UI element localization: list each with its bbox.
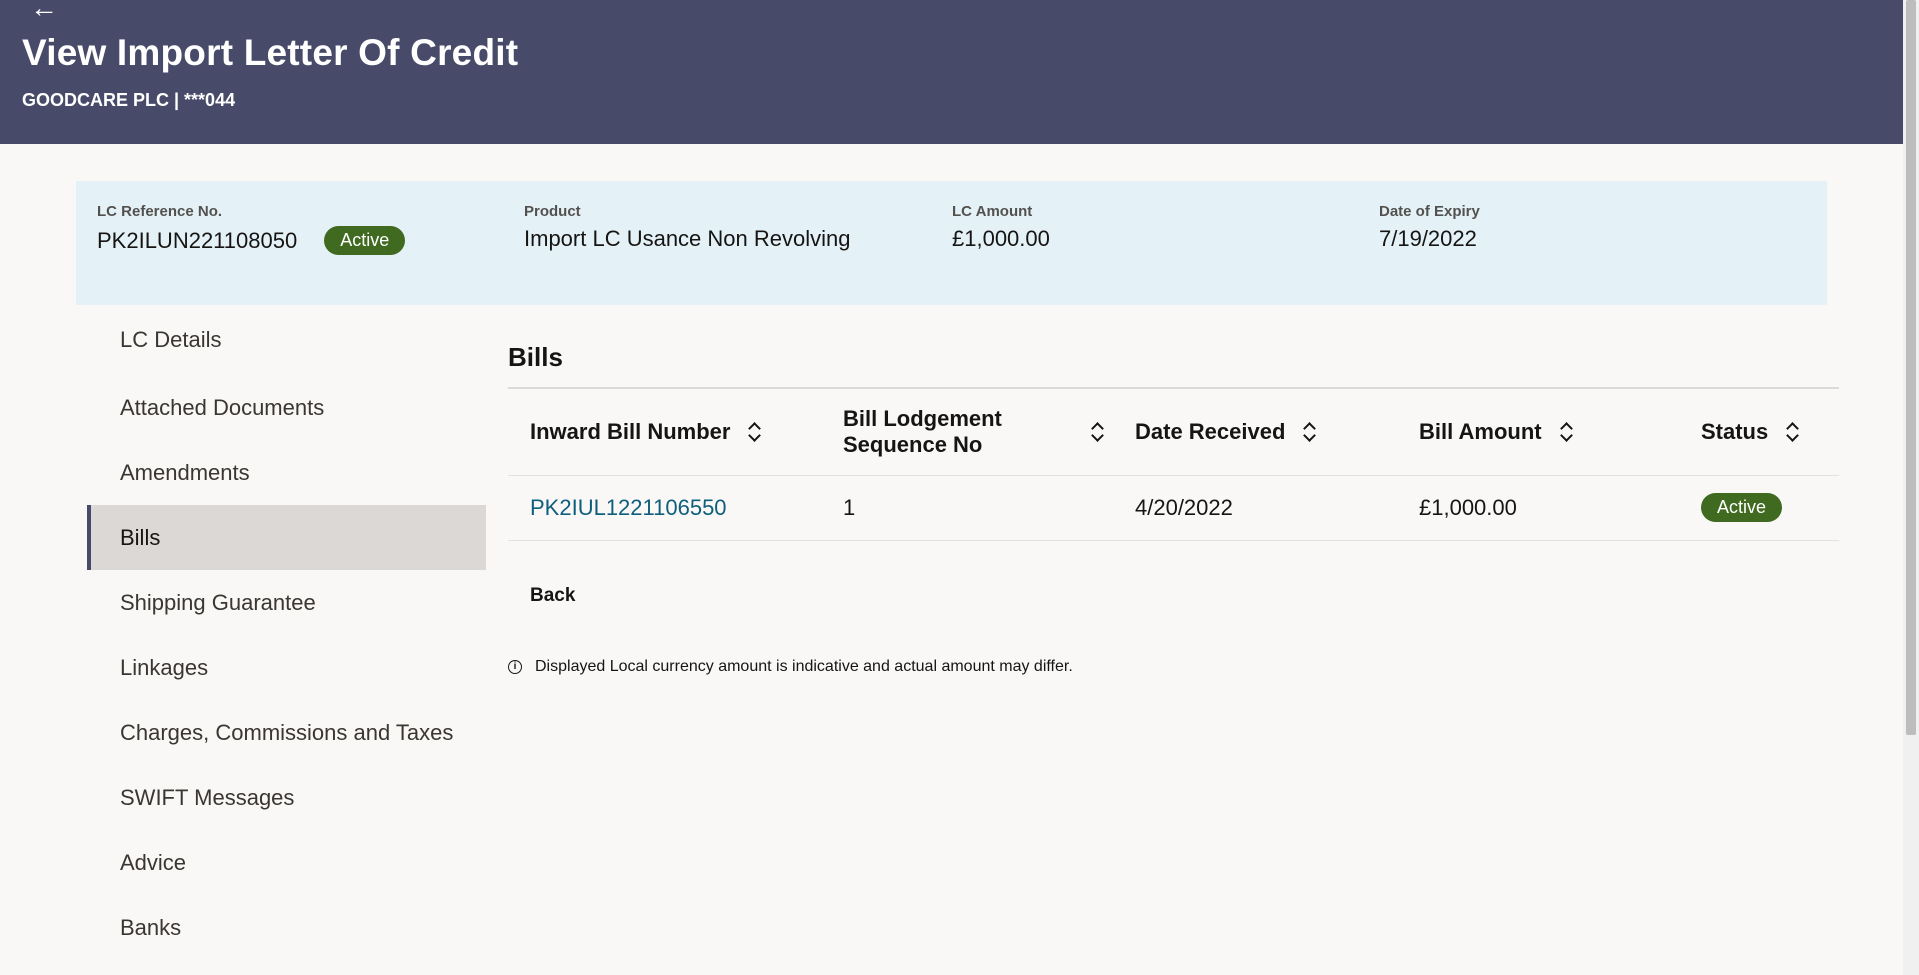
column-label: Date Received — [1135, 418, 1286, 444]
summary-product: Product Import LC Usance Non Revolving — [524, 203, 850, 252]
reference-value-row: PK2ILUN221108050 Active — [97, 226, 406, 255]
sidebar-item-advice[interactable]: Advice — [87, 830, 486, 895]
sidebar-item-charges[interactable]: Charges, Commissions and Taxes — [87, 700, 486, 765]
section-title: Bills — [508, 335, 1839, 389]
scrollbar-thumb[interactable] — [1906, 0, 1916, 735]
column-label: Inward Bill Number — [530, 418, 731, 444]
table-row: PK2IUL1221106550 1 4/20/2022 £1,000.00 A… — [508, 475, 1839, 541]
bills-table: Inward Bill Number Bill Lodgement Sequen… — [508, 389, 1839, 541]
bills-section: Bills Inward Bill Number Bill Lodgement … — [508, 335, 1839, 675]
column-bill-lodgement-sequence[interactable]: Bill Lodgement Sequence No — [821, 389, 1113, 476]
sidebar-item-lc-details[interactable]: LC Details — [87, 305, 486, 375]
reference-value: PK2ILUN221108050 — [97, 227, 298, 253]
note-text: Displayed Local currency amount is indic… — [535, 658, 1073, 675]
currency-note: i Displayed Local currency amount is ind… — [508, 658, 1073, 676]
sort-icon[interactable] — [1303, 421, 1317, 443]
summary-expiry: Date of Expiry 7/19/2022 — [1379, 203, 1480, 252]
column-label: Status — [1701, 418, 1769, 444]
column-label: Bill Lodgement Sequence No — [843, 405, 1002, 457]
expiry-value: 7/19/2022 — [1379, 226, 1477, 251]
cell-date-received: 4/20/2022 — [1113, 475, 1397, 541]
sidebar-item-amendments[interactable]: Amendments — [87, 440, 486, 505]
table-header-row: Inward Bill Number Bill Lodgement Sequen… — [508, 389, 1839, 476]
sidebar-nav: LC Details Attached Documents Amendments… — [87, 305, 486, 960]
bill-number-link[interactable]: PK2IUL1221106550 — [530, 495, 727, 520]
sort-icon[interactable] — [1560, 421, 1574, 443]
status-badge: Active — [324, 226, 406, 255]
expiry-label: Date of Expiry — [1379, 203, 1480, 220]
page-subtitle: GOODCARE PLC | ***044 — [22, 90, 236, 110]
product-value: Import LC Usance Non Revolving — [524, 226, 851, 251]
arrow-left-icon[interactable]: ← — [30, 0, 58, 22]
cell-status: Active — [1679, 475, 1839, 541]
sidebar-item-shipping-guarantee[interactable]: Shipping Guarantee — [87, 570, 486, 635]
page-header: ← View Import Letter Of Credit GOODCARE … — [0, 0, 1903, 144]
sort-icon[interactable] — [748, 421, 762, 443]
sidebar-item-banks[interactable]: Banks — [87, 895, 486, 960]
sidebar-item-attached-documents[interactable]: Attached Documents — [87, 375, 486, 440]
back-button[interactable]: Back — [530, 585, 575, 607]
column-status[interactable]: Status — [1679, 389, 1839, 476]
cell-amount: £1,000.00 — [1397, 475, 1679, 541]
sidebar-item-swift-messages[interactable]: SWIFT Messages — [87, 765, 486, 830]
summary-amount: LC Amount £1,000.00 — [952, 203, 1050, 252]
sidebar-item-linkages[interactable]: Linkages — [87, 635, 486, 700]
column-inward-bill-number[interactable]: Inward Bill Number — [508, 389, 821, 476]
amount-label: LC Amount — [952, 203, 1033, 220]
info-icon: i — [508, 660, 522, 674]
cell-sequence: 1 — [821, 475, 1113, 541]
amount-value: £1,000.00 — [952, 226, 1050, 251]
reference-label: LC Reference No. — [97, 203, 223, 220]
cell-bill-number: PK2IUL1221106550 — [508, 475, 821, 541]
column-bill-amount[interactable]: Bill Amount — [1397, 389, 1679, 476]
page-title: View Import Letter Of Credit — [22, 32, 519, 73]
page-scrollbar[interactable] — [1903, 0, 1919, 975]
sort-icon[interactable] — [1091, 421, 1105, 443]
sort-icon[interactable] — [1786, 421, 1800, 443]
column-date-received[interactable]: Date Received — [1113, 389, 1397, 476]
column-label: Bill Amount — [1419, 418, 1542, 444]
sidebar-item-bills[interactable]: Bills — [87, 505, 486, 570]
product-label: Product — [524, 203, 581, 220]
summary-reference: LC Reference No. PK2ILUN221108050 Active — [97, 203, 406, 255]
lc-summary-panel: LC Reference No. PK2ILUN221108050 Active… — [76, 181, 1827, 305]
status-badge: Active — [1701, 493, 1783, 522]
